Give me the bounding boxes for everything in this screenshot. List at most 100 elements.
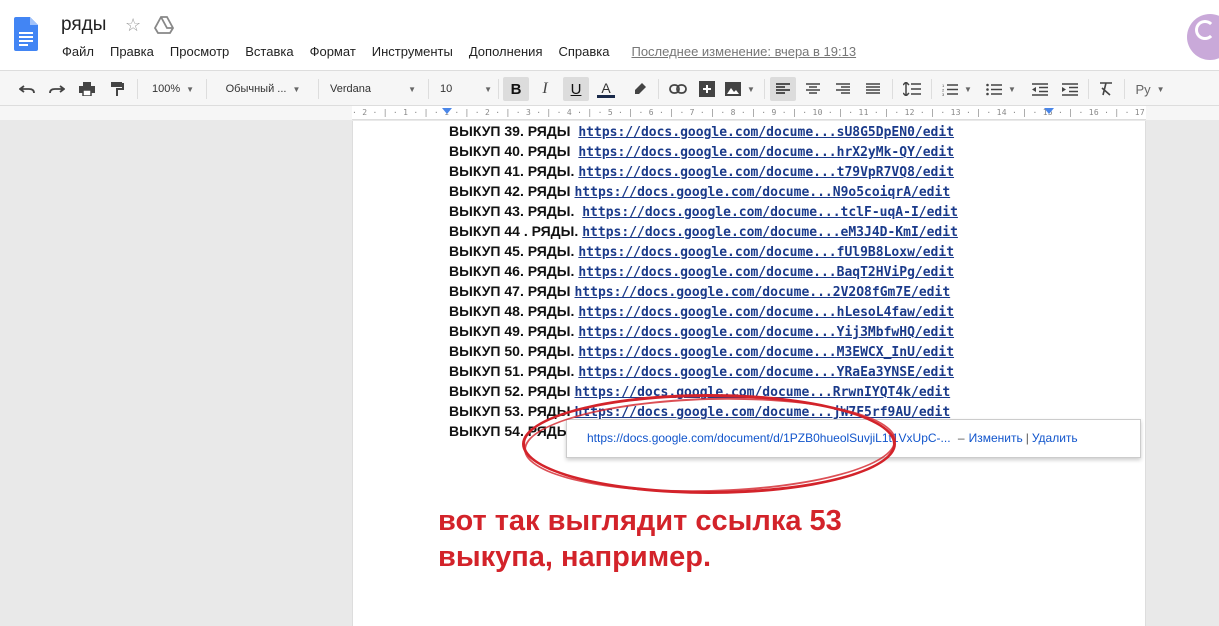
menu-insert[interactable]: Вставка [245,44,293,59]
toolbar-divider [1088,79,1089,99]
numbered-list-icon[interactable]: 1 2 3 ▼ [940,77,974,101]
line-spacing-icon[interactable] [900,77,924,101]
toolbar-divider [764,79,765,99]
chevron-down-icon: ▼ [1008,84,1016,94]
menu-file[interactable]: Файл [62,44,94,59]
line-link[interactable]: https://docs.google.com/docume...tclF-uq… [582,205,958,220]
move-to-folder-icon[interactable] [154,16,174,34]
annotation-text: вот так выглядит ссылка 53 выкупа, напри… [438,503,938,575]
list-item: ВЫКУП 50. РЯДЫ. https://docs.google.com/d… [449,341,958,361]
redo-icon[interactable] [46,77,68,101]
line-link[interactable]: https://docs.google.com/docume...2V2O8fG… [574,285,950,300]
text-color-icon[interactable]: A [594,77,618,101]
style-value: Обычный ... [225,83,287,95]
annotation-line-1: вот так выглядит ссылка 53 [438,505,842,537]
line-label: ВЫКУП 48. РЯДЫ. [449,303,575,319]
list-item: ВЫКУП 42. РЯДЫ https://docs.google.com/do… [449,181,958,201]
menu-format[interactable]: Формат [310,44,356,59]
paint-format-icon[interactable] [106,77,128,101]
ruler-ticks: · 2 · | · 1 · | · 1 · | · 2 · | · 3 · | … [352,108,1146,117]
font-select[interactable]: Verdana ▼ [330,77,416,101]
increase-indent-icon[interactable] [1058,77,1082,101]
account-avatar-icon [1195,20,1215,40]
clear-formatting-icon[interactable] [1094,77,1118,101]
star-icon[interactable]: ☆ [125,15,141,36]
remove-link-button[interactable]: Удалить [1032,431,1078,445]
highlight-icon[interactable] [628,77,652,101]
list-item: ВЫКУП 43. РЯДЫ. https://docs.google.com/… [449,201,958,221]
line-link[interactable]: https://docs.google.com/docume...N9o5coi… [574,185,950,200]
toolbar-divider [931,79,932,99]
insert-image-icon[interactable]: ▼ [724,77,756,101]
line-label: ВЫКУП 39. РЯДЫ [449,123,575,139]
toolbar: 100% ▼ Обычный ... ▼ Verdana ▼ 10 ▼ B I U A … [0,70,1219,106]
annotation-line-2: выкупа, например. [438,541,712,573]
underline-icon[interactable]: U [563,77,589,101]
input-tools-select[interactable]: Ру ▼ [1130,77,1170,101]
line-link[interactable]: https://docs.google.com/docume...t79VpR7… [578,165,954,180]
line-label: ВЫКУП 47. РЯДЫ [449,283,571,299]
zoom-value: 100% [151,83,181,95]
bold-icon[interactable]: B [503,77,529,101]
right-indent-marker[interactable] [1044,108,1054,114]
align-right-icon[interactable] [831,77,855,101]
menu-addons[interactable]: Дополнения [469,44,543,59]
list-item: ВЫКУП 44 . РЯДЫ. https://docs.google.com/… [449,221,958,241]
toolbar-divider [892,79,893,99]
menu-tools[interactable]: Инструменты [372,44,453,59]
toolbar-divider [498,79,499,99]
toolbar-divider [1124,79,1125,99]
change-link-button[interactable]: Изменить [969,431,1023,445]
italic-icon[interactable]: I [533,77,557,101]
insert-link-icon[interactable] [666,77,690,101]
chevron-down-icon: ▼ [408,84,416,94]
input-tools-value: Ру [1135,81,1151,97]
line-link[interactable]: https://docs.google.com/docume...YRaEa3Y… [578,365,954,380]
chevron-down-icon: ▼ [484,84,492,94]
menu-edit[interactable]: Правка [110,44,154,59]
list-item: ВЫКУП 48. РЯДЫ. https://docs.google.com/d… [449,301,958,321]
popup-separator: | [1025,431,1029,445]
line-label: ВЫКУП 46. РЯДЫ. [449,263,575,279]
line-link[interactable]: https://docs.google.com/docume...BaqT2HV… [578,265,954,280]
toolbar-divider [206,79,207,99]
chevron-down-icon: ▼ [186,84,195,94]
line-link[interactable]: https://docs.google.com/docume...eM3J4D-… [582,225,958,240]
print-icon[interactable] [76,77,98,101]
justify-icon[interactable] [861,77,885,101]
list-item: ВЫКУП 47. РЯДЫ https://docs.google.com/do… [449,281,958,301]
style-select[interactable]: Обычный ... ▼ [220,77,306,101]
line-link[interactable]: https://docs.google.com/docume...hLesoL4… [578,305,954,320]
line-link[interactable]: https://docs.google.com/docume...sU8G5Dp… [578,125,954,140]
list-item: ВЫКУП 49. РЯДЫ. https://docs.google.com/d… [449,321,958,341]
list-item: ВЫКУП 45. РЯДЫ. https://docs.google.com/d… [449,241,958,261]
document-title[interactable]: ряды [61,14,106,36]
bulleted-list-icon[interactable]: ▼ [984,77,1018,101]
toolbar-divider [318,79,319,99]
toolbar-divider [658,79,659,99]
undo-icon[interactable] [16,77,38,101]
popup-dash: – [957,431,965,445]
insert-comment-icon[interactable] [696,77,718,101]
zoom-select[interactable]: 100% ▼ [148,77,198,101]
chevron-down-icon: ▼ [1156,84,1165,94]
line-link[interactable]: https://docs.google.com/docume...fUl9B8L… [578,245,954,260]
menu-view[interactable]: Просмотр [170,44,229,59]
menu-help[interactable]: Справка [558,44,609,59]
toolbar-divider [428,79,429,99]
chevron-down-icon: ▼ [292,84,301,94]
line-link[interactable]: https://docs.google.com/docume...M3EWCX_… [578,345,954,360]
ruler[interactable]: · 2 · | · 1 · | · 1 · | · 2 · | · 3 · | … [352,106,1146,120]
list-item: ВЫКУП 40. РЯДЫ https://docs.google.com/d… [449,141,958,161]
line-label: ВЫКУП 43. РЯДЫ. [449,203,579,219]
decrease-indent-icon[interactable] [1028,77,1052,101]
menu-bar: Файл Правка Просмотр Вставка Формат Инст… [62,44,872,59]
align-left-icon[interactable] [770,77,796,101]
docs-logo-icon[interactable] [14,17,38,51]
font-size-select[interactable]: 10 ▼ [440,77,492,101]
left-indent-marker[interactable] [442,108,452,114]
last-edit-link[interactable]: Последнее изменение: вчера в 19:13 [631,44,856,59]
align-center-icon[interactable] [801,77,825,101]
line-link[interactable]: https://docs.google.com/docume...hrX2yMk… [578,145,954,160]
line-link[interactable]: https://docs.google.com/docume...Yij3Mbf… [578,325,954,340]
